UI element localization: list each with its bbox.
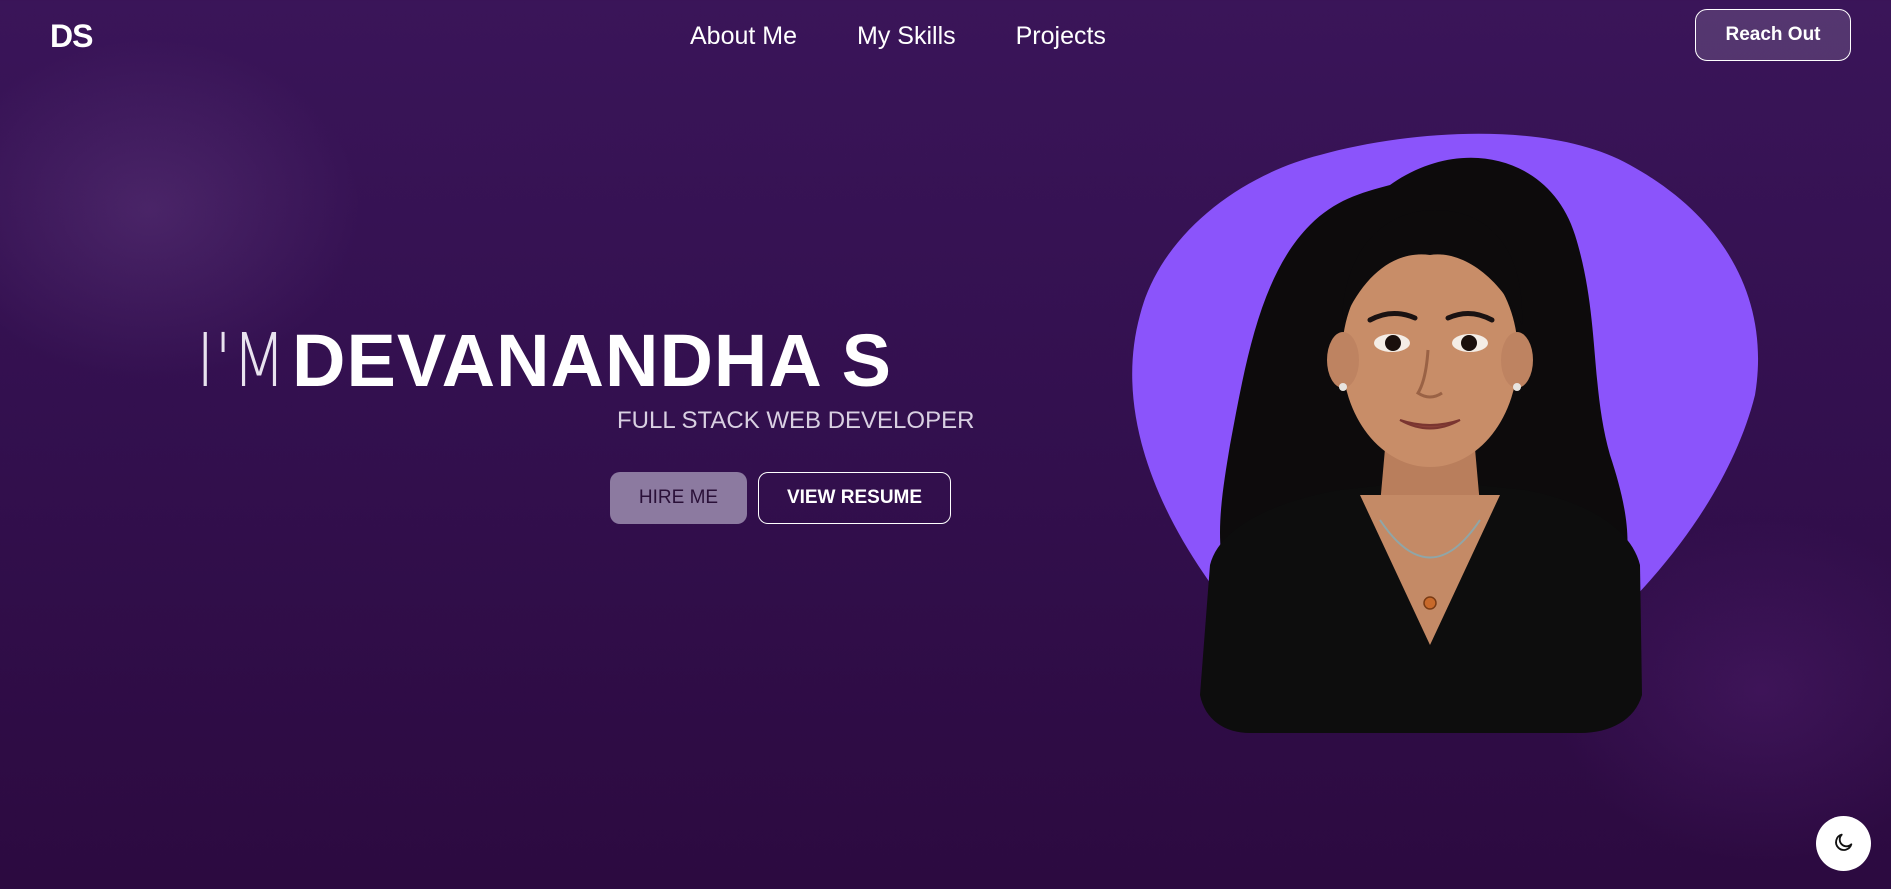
moon-icon [1833, 831, 1855, 856]
hero-title: I'M DEVANANDHA S [196, 318, 892, 404]
nav-link-my-skills[interactable]: My Skills [857, 22, 956, 51]
left-earring [1339, 383, 1347, 391]
left-pupil [1385, 335, 1401, 351]
right-earring [1513, 383, 1521, 391]
reach-out-button[interactable]: Reach Out [1695, 9, 1851, 61]
right-pupil [1461, 335, 1477, 351]
hero-prefix: I'M [196, 318, 287, 404]
theme-toggle-button[interactable] [1816, 816, 1871, 871]
main-nav: About Me My Skills Projects [690, 22, 1106, 51]
hero-subtitle: FULL STACK WEB DEVELOPER [617, 407, 975, 434]
nav-link-projects[interactable]: Projects [1016, 22, 1106, 51]
necklace-pendant [1423, 596, 1437, 610]
nav-link-about-me[interactable]: About Me [690, 22, 797, 51]
left-ear [1327, 332, 1359, 388]
hero-name: DEVANANDHA S [292, 319, 892, 402]
view-resume-button[interactable]: VIEW RESUME [758, 472, 951, 524]
logo[interactable]: DS [50, 18, 93, 55]
hire-me-button[interactable]: HIRE ME [610, 472, 747, 524]
portrait-illustration [1130, 125, 1770, 745]
right-ear [1501, 332, 1533, 388]
